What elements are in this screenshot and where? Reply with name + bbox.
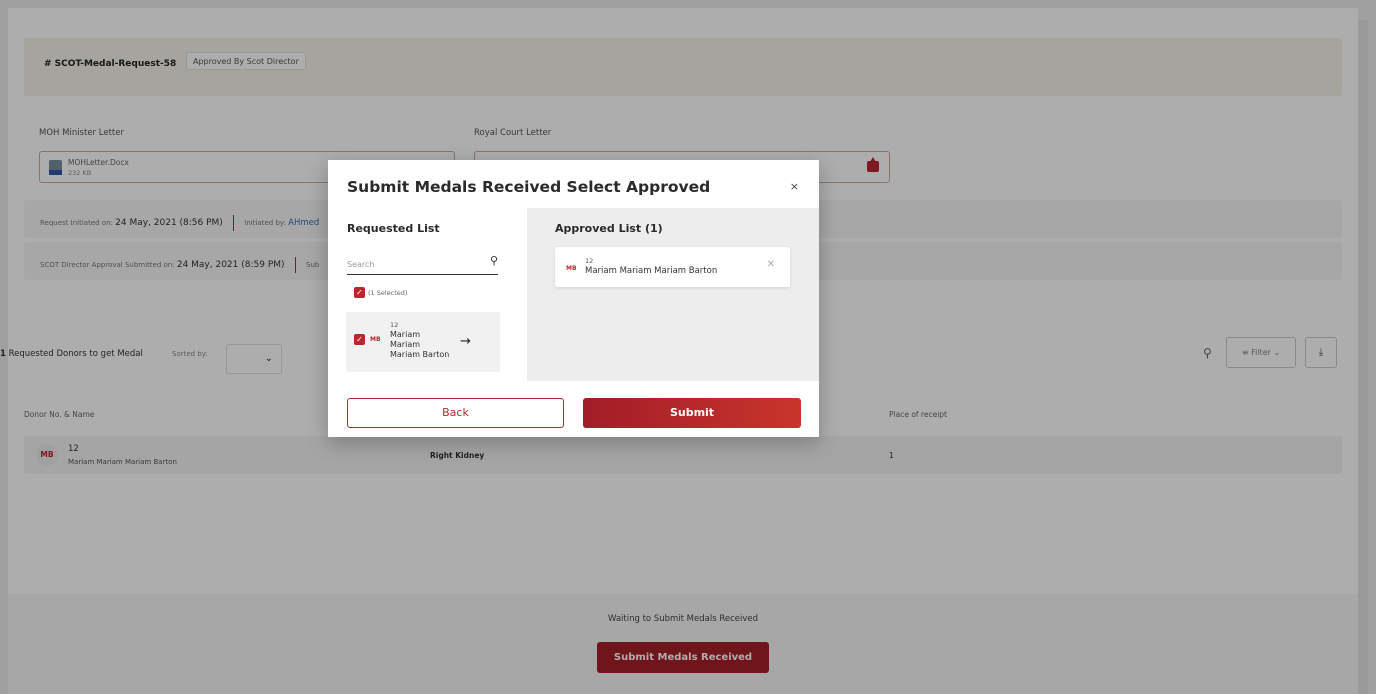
search-field[interactable]: ⚲ bbox=[347, 253, 498, 275]
item-initials: MB bbox=[566, 265, 577, 272]
item-name-line1: Mariam bbox=[390, 330, 421, 339]
selected-count: (1 Selected) bbox=[368, 289, 408, 297]
list-item[interactable]: ✓ MB 12 Mariam Mariam Mariam Barton → bbox=[346, 312, 500, 372]
search-icon[interactable]: ⚲ bbox=[490, 254, 498, 267]
approved-list-title: Approved List (1) bbox=[555, 222, 663, 235]
modal-title: Submit Medals Received Select Approved bbox=[347, 178, 711, 196]
item-checkbox[interactable]: ✓ bbox=[354, 334, 365, 345]
submit-button[interactable]: Submit bbox=[583, 398, 801, 428]
arrow-right-icon[interactable]: → bbox=[460, 334, 471, 349]
item-number: 12 bbox=[585, 257, 594, 265]
approved-list-pane: Approved List (1) MB 12 Mariam Mariam Ma… bbox=[527, 208, 819, 381]
item-number: 12 bbox=[390, 321, 399, 329]
remove-icon[interactable]: ✕ bbox=[767, 259, 775, 270]
item-name-line2: Mariam bbox=[390, 340, 421, 349]
requested-list-pane: Requested List ⚲ ✓ (1 Selected) ✓ MB 12 … bbox=[328, 208, 527, 381]
close-icon[interactable]: × bbox=[790, 180, 799, 193]
approved-item: MB 12 Mariam Mariam Mariam Barton ✕ bbox=[555, 247, 790, 287]
requested-list-title: Requested List bbox=[347, 222, 440, 235]
item-name-line3: Mariam Barton bbox=[390, 350, 450, 359]
back-button[interactable]: Back bbox=[347, 398, 564, 428]
select-all-checkbox[interactable]: ✓ bbox=[354, 287, 365, 298]
item-name: Mariam Mariam Mariam Barton bbox=[585, 266, 718, 276]
submit-medals-modal: Submit Medals Received Select Approved ×… bbox=[328, 160, 819, 437]
item-initials: MB bbox=[370, 336, 381, 343]
search-input[interactable] bbox=[347, 255, 477, 273]
